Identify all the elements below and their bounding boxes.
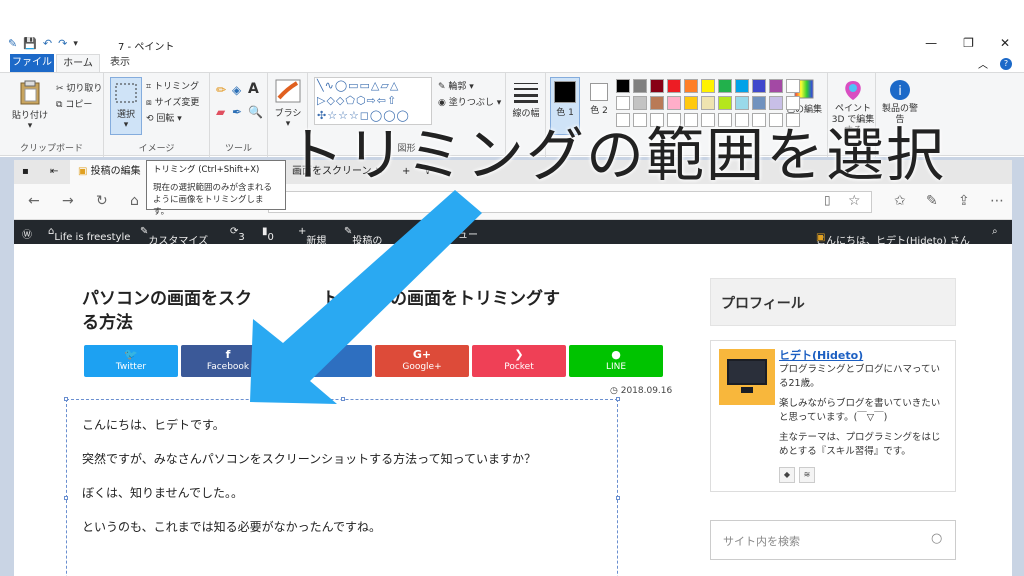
annotation-arrow [250, 190, 482, 404]
overlay-caption: トリミングの範囲を選択 [286, 121, 947, 189]
arrow-shape [250, 190, 482, 404]
screenshot-frame: ✎ 💾 ↶ ↷ ▾ 7 - ペイント — ❐ ✕ ファイル ホーム 表示 ︿ ?… [0, 0, 1024, 576]
